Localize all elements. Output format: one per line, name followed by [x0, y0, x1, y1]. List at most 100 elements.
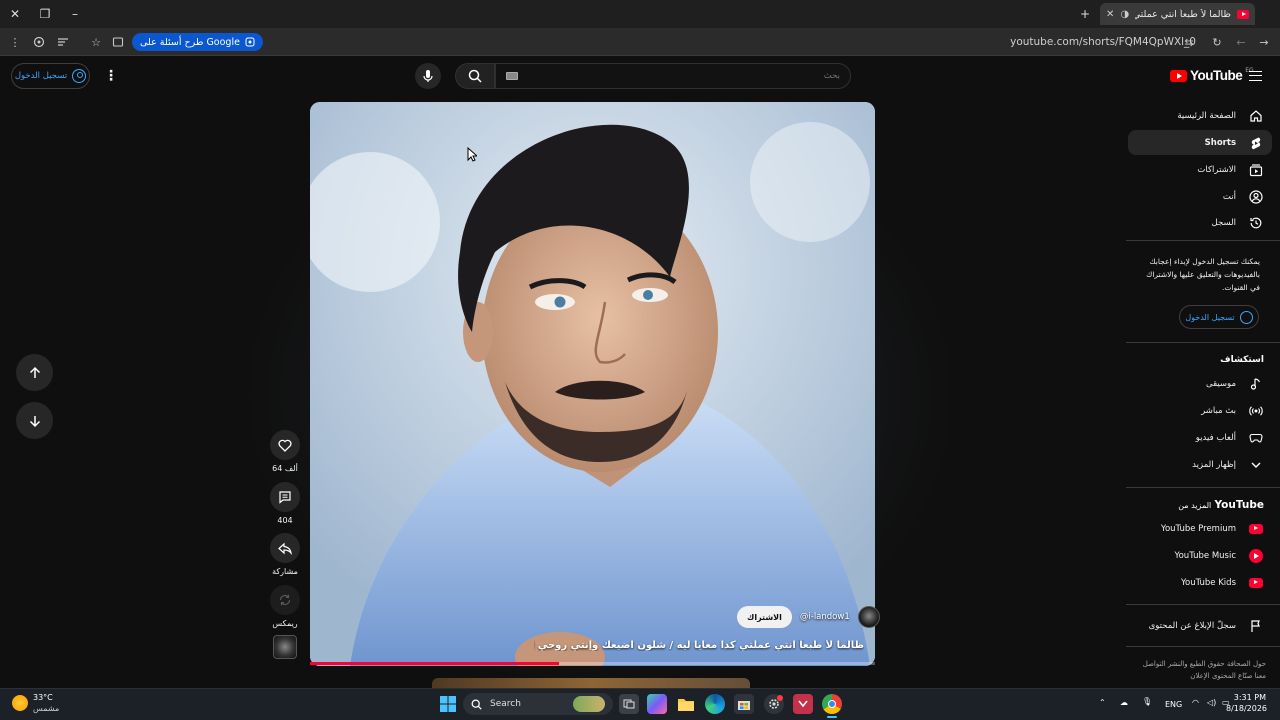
browser-titlebar: ✕ ❐ – + ✕ ◑ ظالما لأ طبعاً انتي عملتي كد… [0, 0, 1280, 28]
home-icon [1248, 108, 1264, 124]
sidebar-item-you[interactable]: أنت [1128, 184, 1272, 209]
sidebar-item-subscriptions[interactable]: الاشتراكات [1128, 157, 1272, 182]
google-lens-pill[interactable]: طرح أسئلة على Google [132, 33, 263, 51]
edge-browser-icon[interactable] [705, 694, 725, 714]
share-label: مشاركة [272, 567, 298, 576]
extensions-icon[interactable] [32, 35, 46, 49]
sidebar-item-youtube-music[interactable]: YouTube Music [1128, 543, 1272, 568]
share-action[interactable]: مشاركة [268, 533, 302, 576]
language-indicator[interactable]: ENG [1165, 700, 1182, 709]
sidebar-item-music[interactable]: موسيقى [1128, 371, 1272, 396]
sidebar-item-live[interactable]: بث مباشر [1128, 398, 1272, 423]
copilot-icon[interactable] [647, 694, 667, 714]
browser-menu-icon[interactable]: ⋮ [8, 35, 22, 49]
sidebar-item-report-history[interactable]: سجلّ الإبلاغ عن المحتوى [1128, 613, 1272, 638]
short-caption[interactable]: ظالما لأ طبعاً انتي عملتي كدا معايا ليه … [534, 640, 864, 651]
wifi-icon[interactable]: ◠ [1192, 698, 1199, 707]
next-short-button[interactable] [16, 402, 53, 439]
clock-date[interactable]: 8/18/2026 [1226, 704, 1267, 713]
task-view-icon[interactable] [619, 694, 639, 714]
history-icon [1248, 215, 1264, 231]
sidebar-signin-button[interactable]: تسجيل الدخول [1179, 305, 1259, 329]
search-input[interactable] [640, 71, 840, 81]
file-explorer-icon[interactable] [676, 694, 696, 714]
sidebar-divider [1126, 240, 1280, 241]
sidebar-item-gaming[interactable]: ألعاب فيديو [1128, 425, 1272, 450]
remix-action[interactable]: ريمكس [268, 585, 302, 628]
short-video-player[interactable] [310, 102, 875, 666]
keyboard-icon[interactable] [506, 72, 518, 80]
like-button[interactable] [270, 430, 300, 460]
sidebar-item-label: YouTube Kids [1180, 577, 1236, 588]
pdf-app-icon[interactable] [793, 694, 813, 714]
volume-icon[interactable]: ◁) [1207, 698, 1216, 707]
taskbar-search[interactable]: Search [463, 693, 613, 715]
forward-icon[interactable]: ← [1234, 35, 1248, 49]
install-app-icon[interactable] [111, 35, 125, 49]
reload-icon[interactable]: ↻ [1210, 35, 1224, 49]
sidebar-item-youtube-premium[interactable]: YouTube Premium [1128, 516, 1272, 541]
share-button[interactable] [270, 533, 300, 563]
like-action[interactable]: 64 ألف [268, 430, 302, 473]
previous-short-button[interactable] [16, 354, 53, 391]
weather-temp[interactable]: 33°C [33, 693, 53, 702]
weather-desc: مشمس [33, 704, 60, 713]
header-signin-button[interactable]: تسجيل الدخول [11, 63, 90, 89]
sidebar-item-shorts[interactable]: Shorts [1128, 130, 1272, 155]
progress-bar[interactable] [310, 662, 875, 665]
clock-time[interactable]: 3:31 PM [1230, 693, 1266, 702]
remix-button[interactable] [270, 585, 300, 615]
channel-handle[interactable]: @i-landow1 [800, 612, 850, 622]
next-short-preview[interactable] [432, 678, 750, 688]
settings-more-icon[interactable]: ⋮ [104, 68, 118, 84]
hamburger-menu-icon[interactable] [1249, 71, 1262, 81]
windows-start-icon[interactable] [438, 694, 458, 714]
chevron-down-icon [1248, 457, 1264, 473]
subscribe-button[interactable]: الاشتراك [737, 606, 792, 628]
search-icon [471, 699, 482, 710]
comments-button[interactable] [270, 482, 300, 512]
comments-action[interactable]: 404 [268, 482, 302, 525]
mouse-cursor-icon [467, 147, 477, 162]
sidebar-item-label: السجل [1211, 217, 1236, 228]
browser-tab[interactable]: ✕ ◑ ظالما لأ طبعاً انتي عملتي كدا [1100, 3, 1255, 25]
weather-sun-icon[interactable] [12, 695, 28, 711]
address-bar-url[interactable]: youtube.com/shorts/FQM4QpWXl_0 [1010, 36, 1196, 48]
tab-audio-icon: ◑ [1120, 8, 1130, 20]
sidebar-item-label: ألعاب فيديو [1195, 432, 1236, 443]
arrow-down-icon [29, 415, 40, 427]
new-tab-icon[interactable]: + [1075, 4, 1095, 24]
sidebar-item-home[interactable]: الصفحة الرئيسية [1128, 103, 1272, 128]
channel-avatar[interactable] [857, 606, 880, 628]
youtube-logo[interactable]: YouTube EG [1170, 67, 1254, 83]
chrome-browser-icon[interactable] [822, 694, 842, 714]
sidebar-item-youtube-kids[interactable]: YouTube Kids [1128, 570, 1272, 595]
reading-list-icon[interactable] [56, 35, 70, 49]
bookmark-star-icon[interactable]: ☆ [89, 35, 103, 49]
user-circle-icon [1239, 310, 1253, 324]
more-from-brand: YouTube [1214, 499, 1264, 511]
search-button[interactable] [455, 63, 495, 89]
onedrive-cloud-icon[interactable]: ☁ [1120, 698, 1128, 707]
sidebar-footer-links[interactable]: حول الصحافة حقوق الطبع والنشر التواصل مع… [1132, 658, 1266, 682]
tray-chevron-up-icon[interactable]: ⌃ [1099, 698, 1106, 707]
progress-fill [310, 662, 559, 665]
comment-icon [279, 491, 291, 504]
taskbar-search-label: Search [490, 699, 521, 709]
sidebar-item-history[interactable]: السجل [1128, 210, 1272, 235]
microsoft-store-icon[interactable] [734, 694, 754, 714]
restore-window-icon[interactable]: ❐ [35, 4, 55, 24]
search-box[interactable] [495, 63, 851, 89]
tab-close-icon[interactable]: ✕ [1106, 9, 1114, 20]
remix-icon [279, 594, 291, 606]
voice-search-button[interactable] [415, 63, 441, 89]
minimize-window-icon[interactable]: – [65, 4, 85, 24]
microphone-icon[interactable]: 🎙 [1142, 697, 1152, 706]
back-icon[interactable]: → [1257, 35, 1271, 49]
page-settings-icon[interactable]: ⇆ [1182, 35, 1196, 49]
sound-thumbnail[interactable] [273, 635, 297, 659]
sidebar-item-show-more[interactable]: إظهار المزيد [1128, 452, 1272, 477]
arrow-up-icon [29, 366, 40, 378]
sidebar-divider [1126, 342, 1280, 343]
close-window-icon[interactable]: ✕ [5, 4, 25, 24]
